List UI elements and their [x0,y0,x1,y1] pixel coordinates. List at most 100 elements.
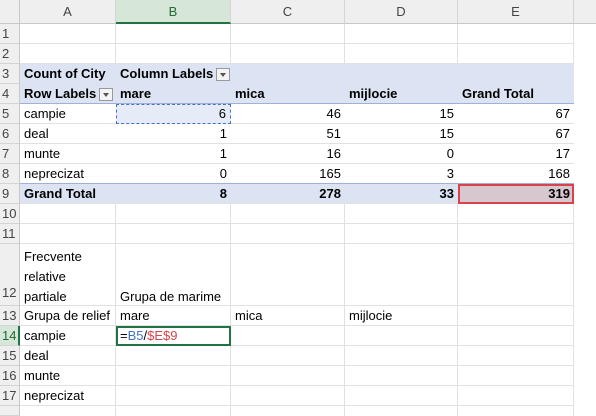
column-header-d[interactable]: D [345,0,458,24]
row-header-12[interactable]: 12 [0,244,20,306]
grid-cell[interactable] [20,24,116,44]
pivot-column-labels[interactable]: Column Labels [116,64,231,84]
grid-cell[interactable] [116,24,231,44]
grid-cell[interactable] [458,346,574,366]
column-header-e[interactable]: E [458,0,574,24]
row-header-17[interactable]: 17 [0,386,20,406]
row-header-7[interactable]: 7 [0,144,20,164]
pivot-row-label[interactable]: campie [20,104,116,124]
grid-cell[interactable] [116,386,231,406]
pivot-grand-total-cell[interactable]: 278 [231,184,345,204]
table2-col-mijlocie[interactable]: mijlocie [345,306,458,326]
filter-dropdown-icon[interactable] [216,68,231,82]
row-header-2[interactable]: 2 [0,44,20,64]
table2-col-mare[interactable]: mare [116,306,231,326]
table2-col-mica[interactable]: mica [231,306,345,326]
grid-cell[interactable] [345,406,458,416]
pivot-grand-total-cell[interactable]: 33 [345,184,458,204]
pivot-grand-total-label[interactable]: Grand Total [20,184,116,204]
column-header-a[interactable]: A [20,0,116,24]
row-header-6[interactable]: 6 [0,124,20,144]
grid-cell[interactable] [20,44,116,64]
row-header-10[interactable]: 10 [0,204,20,224]
pivot-cell[interactable]: 0 [116,164,231,184]
grid-cell[interactable] [231,24,345,44]
grid-cell[interactable] [458,386,574,406]
active-cell-b14[interactable]: =B5/$E$9 [116,326,231,346]
table2-row-label[interactable]: munte [20,366,116,386]
pivot-col-header-grand-total[interactable]: Grand Total [458,84,574,104]
grid-cell[interactable] [116,224,231,244]
pivot-col-header-mica[interactable]: mica [231,84,345,104]
grupa-marime-cell[interactable]: Grupa de marime [116,244,231,306]
row-header-8[interactable]: 8 [0,164,20,184]
grid-cell[interactable] [345,346,458,366]
pivot-cell[interactable]: 1 [116,124,231,144]
row-header-16[interactable]: 16 [0,366,20,386]
pivot-cell-b5[interactable]: 6 [116,104,231,124]
grupa-relief-cell[interactable]: Grupa de relief [20,306,116,326]
column-header-f[interactable] [574,0,596,24]
grid-cell[interactable] [116,346,231,366]
pivot-cell[interactable]: 1 [116,144,231,164]
column-header-c[interactable]: C [231,0,345,24]
row-header-3[interactable]: 3 [0,64,20,84]
grid-cell[interactable] [20,204,116,224]
grid-cell[interactable] [458,326,574,346]
grid-cell[interactable] [20,224,116,244]
row-filter-dropdown-icon[interactable] [99,88,114,102]
grid-cell[interactable] [458,406,574,416]
pivot-cell[interactable]: 67 [458,104,574,124]
pivot-col-header-mare[interactable]: mare [116,84,231,104]
pivot-row-label[interactable]: neprecizat [20,164,116,184]
pivot-cell[interactable]: 15 [345,104,458,124]
table2-row-label[interactable]: deal [20,346,116,366]
grid-cell[interactable] [345,204,458,224]
grid-cell[interactable] [458,244,574,306]
grid-cell[interactable] [458,366,574,386]
grid-cell[interactable] [458,204,574,224]
grid-cell[interactable] [231,386,345,406]
table2-row-label[interactable]: campie [20,326,116,346]
row-header-9[interactable]: 9 [0,184,20,204]
pivot-row-label[interactable]: deal [20,124,116,144]
grid-cell[interactable] [231,204,345,224]
pivot-col-header-mijlocie[interactable]: mijlocie [345,84,458,104]
grid-cell[interactable] [345,224,458,244]
row-header-5[interactable]: 5 [0,104,20,124]
pivot-count-label[interactable]: Count of City [20,64,116,84]
pivot-cell[interactable]: 67 [458,124,574,144]
grid-cell[interactable] [345,326,458,346]
row-header-13[interactable]: 13 [0,306,20,326]
grid-cell[interactable] [345,24,458,44]
pivot-cell[interactable]: 46 [231,104,345,124]
grid-cell[interactable] [116,366,231,386]
row-header-14[interactable]: 14 [0,326,20,346]
row-header-4[interactable]: 4 [0,84,20,104]
table2-row-label[interactable]: neprecizat [20,386,116,406]
pivot-row-labels[interactable]: Row Labels [20,84,116,104]
grid-cell[interactable] [231,244,345,306]
pivot-cell[interactable]: 15 [345,124,458,144]
row-header-15[interactable]: 15 [0,346,20,366]
grid-cell[interactable] [231,366,345,386]
pivot-cell[interactable]: 17 [458,144,574,164]
row-header-18[interactable] [0,406,20,416]
frecvente-title-cell[interactable]: Frecvente relative partiale [20,244,116,306]
grid-cell[interactable] [345,44,458,64]
grid-cell[interactable] [458,306,574,326]
grid-cell[interactable] [116,44,231,64]
grid-cell[interactable] [116,406,231,416]
grid-cell[interactable] [231,224,345,244]
grid-cell[interactable] [231,406,345,416]
grid-cell[interactable] [231,326,345,346]
pivot-grand-total-e9[interactable]: 319 [458,184,574,204]
row-header-11[interactable]: 11 [0,224,20,244]
grid-cell[interactable] [345,366,458,386]
pivot-cell[interactable]: 16 [231,144,345,164]
pivot-grand-total-cell[interactable]: 8 [116,184,231,204]
grid-cell[interactable] [345,244,458,306]
grid-cell[interactable] [20,406,116,416]
grid-cell[interactable] [231,44,345,64]
row-header-1[interactable]: 1 [0,24,20,44]
